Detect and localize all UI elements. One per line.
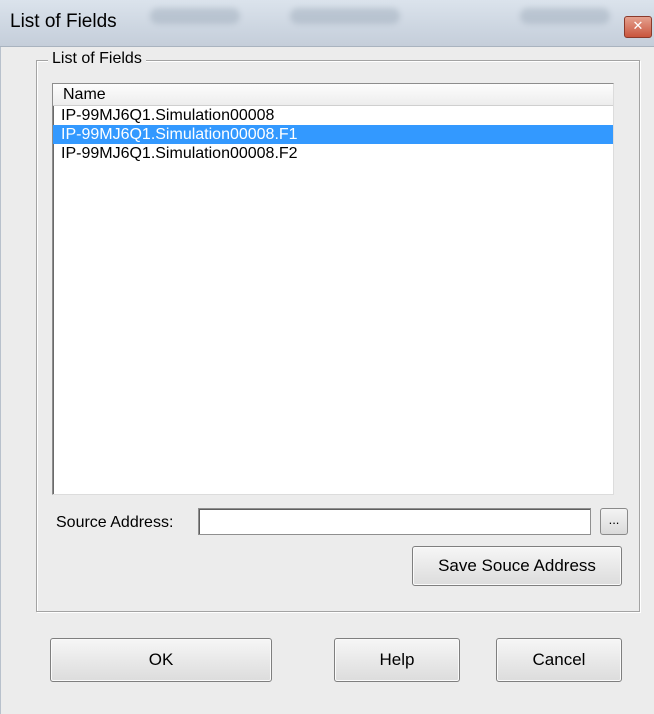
title-blur bbox=[520, 8, 610, 24]
list-header: Name bbox=[53, 84, 613, 106]
groupbox-label: List of Fields bbox=[48, 50, 146, 68]
list-item-selected[interactable]: IP-99MJ6Q1.Simulation00008.F1 bbox=[53, 125, 613, 144]
ok-button[interactable]: OK bbox=[50, 638, 272, 682]
save-source-address-button[interactable]: Save Souce Address bbox=[412, 546, 622, 586]
cancel-button[interactable]: Cancel bbox=[496, 638, 622, 682]
close-icon: ✕ bbox=[632, 19, 644, 34]
source-address-input[interactable] bbox=[198, 508, 591, 535]
list-item[interactable]: IP-99MJ6Q1.Simulation00008.F2 bbox=[53, 144, 613, 163]
source-address-label: Source Address: bbox=[56, 514, 174, 531]
browse-button[interactable]: ... bbox=[600, 508, 628, 535]
window-title: List of Fields bbox=[10, 11, 117, 32]
help-button[interactable]: Help bbox=[334, 638, 460, 682]
close-button[interactable]: ✕ bbox=[624, 16, 652, 38]
column-header-name[interactable]: Name bbox=[53, 84, 106, 105]
title-blur bbox=[150, 8, 240, 24]
title-bar: List of Fields ✕ bbox=[0, 0, 654, 47]
title-blur bbox=[290, 8, 400, 24]
list-item[interactable]: IP-99MJ6Q1.Simulation00008 bbox=[53, 106, 613, 125]
fields-list[interactable]: Name IP-99MJ6Q1.Simulation00008 IP-99MJ6… bbox=[52, 83, 614, 495]
